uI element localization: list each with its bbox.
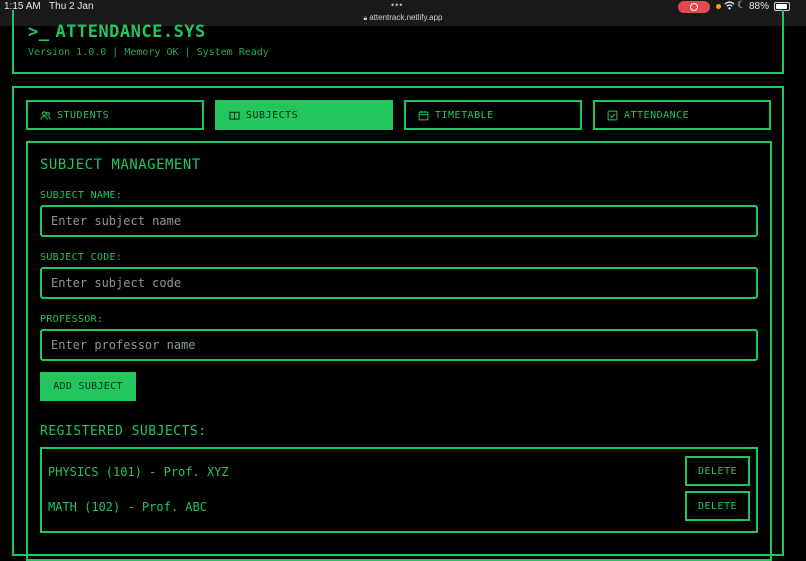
- delete-button[interactable]: DELETE: [685, 491, 750, 521]
- registered-subjects-title: REGISTERED SUBJECTS:: [40, 424, 207, 439]
- section-title: SUBJECT MANAGEMENT: [40, 157, 201, 173]
- professor-label: PROFESSOR:: [40, 314, 104, 325]
- main-panel: STUDENTS SUBJECTS TIMETABLE ATTENDANCE S…: [12, 86, 784, 561]
- list-item: PHYSICS (101) - Prof. XYZ DELETE: [42, 454, 756, 489]
- header-panel: >_ ATTENDANCE.SYS Version 1.0.0 | Memory …: [12, 10, 784, 74]
- version-line: Version 1.0.0 | Memory OK | System Ready: [28, 47, 269, 58]
- subject-code-input[interactable]: [40, 267, 758, 299]
- tab-subjects[interactable]: SUBJECTS: [215, 100, 393, 130]
- subject-entry: PHYSICS (101) - Prof. XYZ: [48, 465, 229, 479]
- book-icon: [229, 111, 240, 121]
- subject-name-input[interactable]: [40, 205, 758, 237]
- list-item: MATH (102) - Prof. ABC DELETE: [42, 489, 756, 524]
- professor-input[interactable]: [40, 329, 758, 361]
- app-title: >_ ATTENDANCE.SYS: [28, 22, 206, 42]
- terminal-prompt-icon: >_: [28, 22, 50, 42]
- tab-timetable[interactable]: TIMETABLE: [404, 100, 582, 130]
- check-square-icon: [607, 110, 618, 120]
- subject-management-panel: SUBJECT MANAGEMENT SUBJECT NAME: SUBJECT…: [26, 141, 772, 561]
- more-dots-icon[interactable]: •••: [391, 0, 403, 10]
- tab-students[interactable]: STUDENTS: [26, 100, 204, 130]
- delete-button[interactable]: DELETE: [685, 456, 750, 486]
- tab-label: SUBJECTS: [246, 109, 299, 121]
- tab-label: STUDENTS: [57, 109, 110, 121]
- subject-entry: MATH (102) - Prof. ABC: [48, 500, 207, 514]
- users-icon: [40, 110, 51, 120]
- calendar-icon: [418, 110, 429, 120]
- tab-label: ATTENDANCE: [624, 109, 690, 121]
- tab-label: TIMETABLE: [435, 109, 494, 121]
- registered-subjects-list: PHYSICS (101) - Prof. XYZ DELETE MATH (1…: [40, 447, 758, 533]
- subject-name-label: SUBJECT NAME:: [40, 190, 123, 201]
- tab-attendance[interactable]: ATTENDANCE: [593, 100, 771, 130]
- add-subject-button[interactable]: ADD SUBJECT: [40, 372, 136, 401]
- mic-indicator-icon: [716, 4, 721, 9]
- subject-code-label: SUBJECT CODE:: [40, 252, 123, 263]
